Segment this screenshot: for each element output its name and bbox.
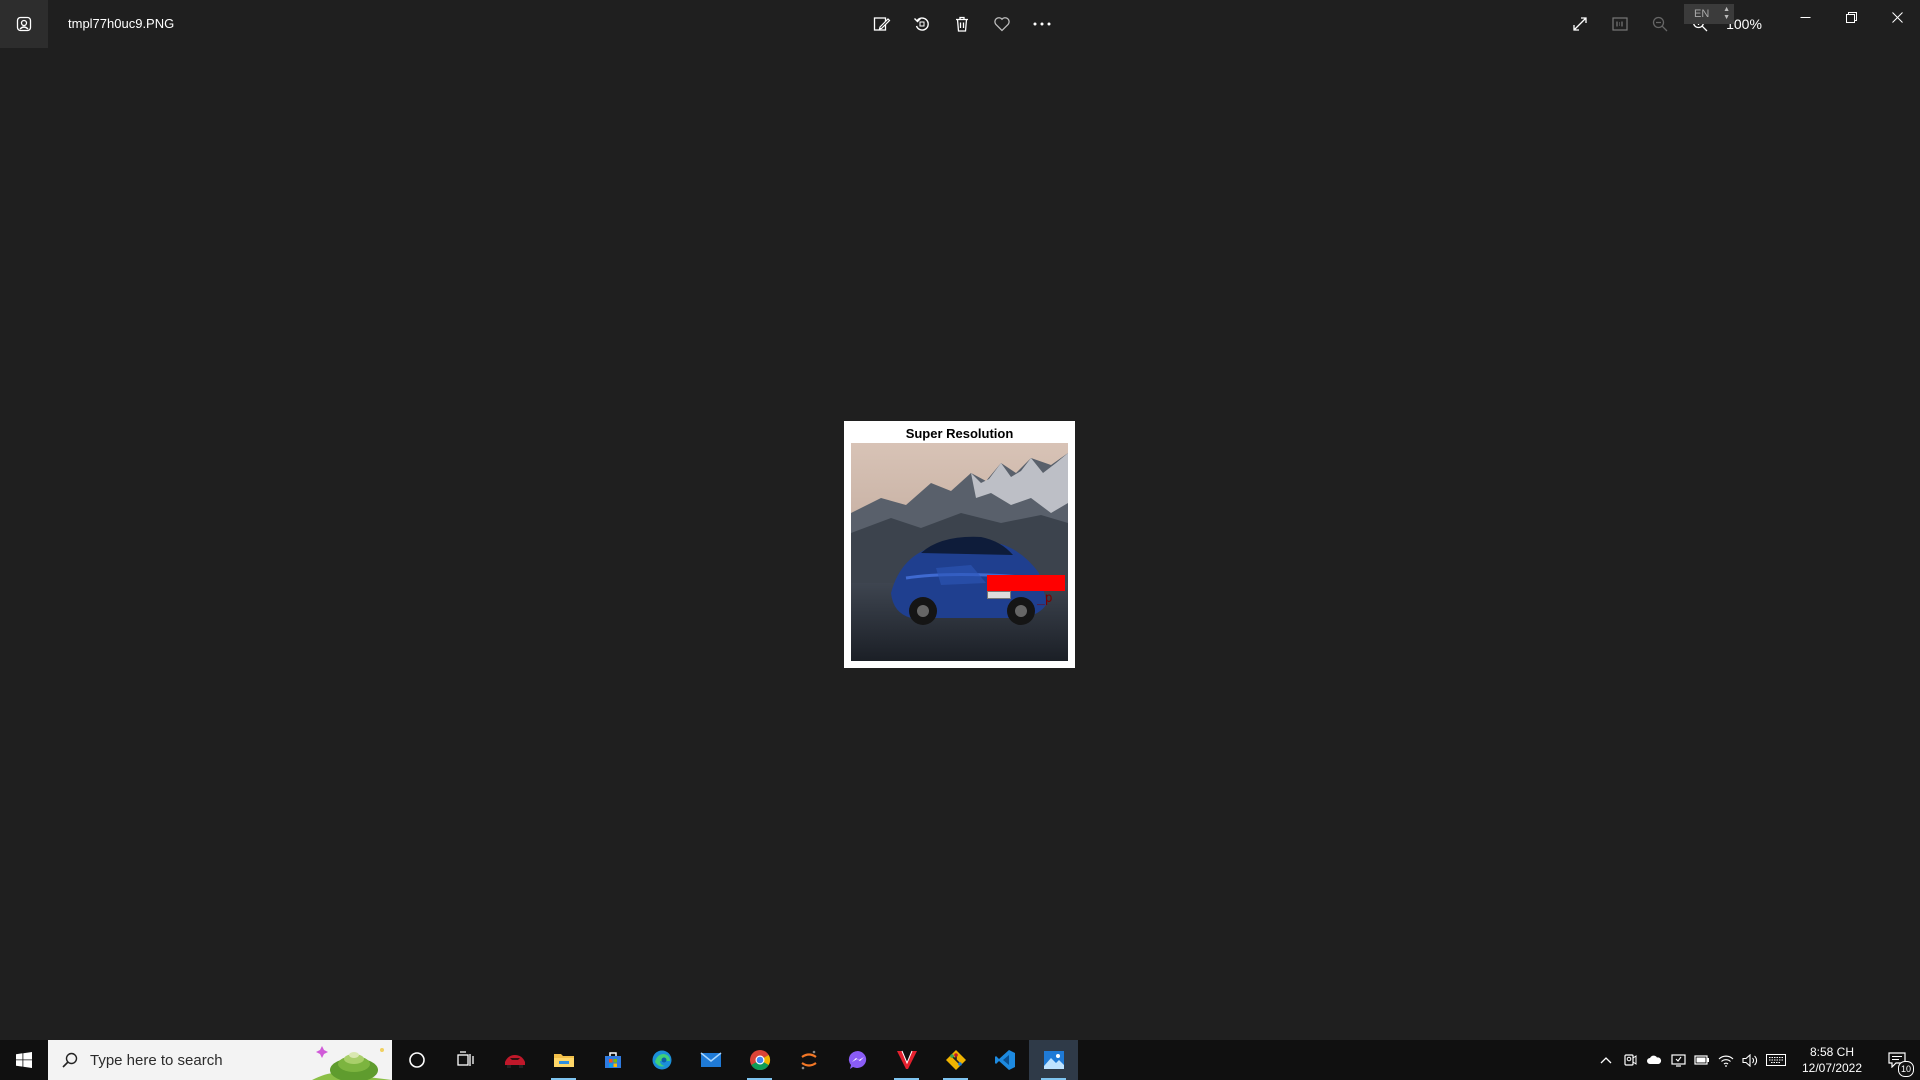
car-app-button[interactable] [490,1040,539,1080]
car-photo: _p 0.84 [851,443,1068,661]
messenger-button[interactable] [833,1040,882,1080]
actual-size-button[interactable] [1600,4,1640,44]
rotate-icon [913,15,931,33]
wifi-icon [1718,1054,1734,1067]
fullscreen-icon [1572,16,1588,32]
search-highlight-image [312,1040,392,1080]
notification-count: 10 [1898,1061,1914,1077]
edit-image-icon [873,15,891,33]
cortana-button[interactable] [392,1040,441,1080]
language-stepper-icon: ▲ ▼ [1723,6,1730,21]
wifi-button[interactable] [1714,1040,1738,1080]
taskbar-apps [392,1040,1078,1080]
monitor-icon [1670,1053,1686,1067]
search-bar[interactable]: Type here to search [48,1040,392,1080]
volume-button[interactable] [1738,1040,1762,1080]
cloud-icon [1646,1055,1662,1065]
mail-icon [700,1052,722,1068]
car-app-icon [503,1050,527,1070]
language-indicator[interactable]: EN ▲ ▼ [1684,4,1734,24]
rotate-button[interactable] [902,4,942,44]
vscode-button[interactable] [980,1040,1029,1080]
zoom-out-button[interactable] [1640,4,1680,44]
microsoft-store-button[interactable] [588,1040,637,1080]
file-name: tmpl77h0uc9.PNG [68,16,175,31]
viewer-toolbar [862,4,1062,44]
taskbar: Type here to search 8:58 CH 12/07/2022 1… [0,1040,1920,1080]
chrome-button[interactable] [735,1040,784,1080]
actual-size-icon [1612,17,1628,31]
chevron-up-icon [1600,1056,1612,1064]
photos-app-button[interactable] [0,0,48,48]
vscode-icon [994,1049,1016,1071]
favorite-button[interactable] [982,4,1022,44]
security-button[interactable] [1666,1040,1690,1080]
delete-button[interactable] [942,4,982,44]
file-explorer-icon [553,1051,575,1069]
clock-date: 12/07/2022 [1801,1061,1863,1075]
task-view-button[interactable] [441,1040,490,1080]
fullscreen-button[interactable] [1560,4,1600,44]
touch-keyboard-button[interactable] [1762,1040,1790,1080]
keyboard-icon [1766,1054,1786,1066]
system-tray: 8:58 CH 12/07/2022 10 [1594,1040,1920,1080]
file-explorer-button[interactable] [539,1040,588,1080]
photos-icon [1043,1050,1065,1070]
windows-logo-icon [16,1052,32,1068]
search-icon [62,1052,78,1068]
favorite-icon [993,15,1011,33]
figure-title: Super Resolution [905,426,1014,441]
edge-button[interactable] [637,1040,686,1080]
action-center-button[interactable]: 10 [1874,1040,1920,1080]
meet-now-button[interactable] [1618,1040,1642,1080]
view-toolbar: 100% [1560,4,1768,44]
chrome-icon [749,1049,771,1071]
volume-icon [1742,1053,1758,1067]
minimize-icon [1800,12,1811,23]
close-icon [1891,11,1903,23]
close-button[interactable] [1874,0,1920,34]
git-button[interactable] [931,1040,980,1080]
photos-button[interactable] [1029,1040,1078,1080]
edit-image-button[interactable] [862,4,902,44]
vivaldi-icon [896,1050,918,1070]
delete-icon [953,15,971,33]
git-icon [945,1049,967,1071]
search-placeholder: Type here to search [90,1051,223,1069]
start-button[interactable] [0,1040,48,1080]
more-icon [1032,21,1052,27]
detection-label: _p 0.84 [1036,591,1053,606]
show-hidden-icons-button[interactable] [1594,1040,1618,1080]
jupyter-icon [799,1049,819,1071]
battery-icon [1694,1055,1710,1065]
clock-time: 8:58 CH [1809,1045,1855,1059]
restore-icon [1845,11,1857,23]
minimize-button[interactable] [1782,0,1828,34]
microsoft-store-icon [603,1050,623,1070]
more-options-button[interactable] [1022,4,1062,44]
camera-icon [1623,1053,1637,1067]
license-plate [987,591,1011,599]
detection-box: _p 0.84 [987,575,1065,606]
window-controls [1782,0,1920,34]
messenger-icon [847,1049,869,1071]
battery-button[interactable] [1690,1040,1714,1080]
vivaldi-button[interactable] [882,1040,931,1080]
jupyter-button[interactable] [784,1040,833,1080]
language-label: EN [1694,8,1710,20]
displayed-image: Super Resolution _p 0.84 [844,421,1075,668]
zoom-out-icon [1652,16,1668,32]
restore-button[interactable] [1828,0,1874,34]
photos-app-icon [16,16,32,32]
cortana-icon [408,1051,426,1069]
task-view-icon [456,1051,475,1069]
edge-icon [651,1049,673,1071]
clock[interactable]: 8:58 CH 12/07/2022 [1790,1044,1874,1076]
onedrive-button[interactable] [1642,1040,1666,1080]
mail-button[interactable] [686,1040,735,1080]
title-bar: tmpl77h0uc9.PNG 100% EN ▲ ▼ [0,0,1920,48]
